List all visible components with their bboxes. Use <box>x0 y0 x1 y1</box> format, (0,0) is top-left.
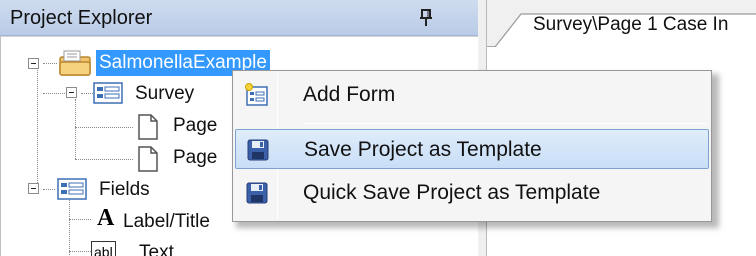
save-icon <box>246 182 268 204</box>
project-folder-icon <box>59 50 91 76</box>
label-title-icon: A <box>97 205 115 231</box>
page-icon <box>138 114 158 140</box>
tree-item-page-2[interactable]: Page <box>173 147 217 169</box>
menu-item-label: Save Project as Template <box>304 138 542 161</box>
tree-item-label-title[interactable]: Label/Title <box>123 211 210 233</box>
project-expander[interactable] <box>28 58 39 69</box>
pin-icon[interactable] <box>416 8 436 28</box>
project-explorer-header: Project Explorer <box>0 0 478 36</box>
context-menu: Add Form Save Project as Template Quick … <box>232 70 712 222</box>
tree-connector <box>43 63 57 64</box>
tree-connector <box>69 195 70 256</box>
fields-expander[interactable] <box>28 183 39 194</box>
text-field-icon: abl <box>91 241 116 256</box>
tree-connector <box>75 159 133 160</box>
tree-connector <box>69 251 91 252</box>
tree-connector <box>81 93 93 94</box>
add-form-icon <box>245 83 268 106</box>
document-tab-label[interactable]: Survey\Page 1 Case In <box>533 14 728 36</box>
page-icon <box>138 146 158 172</box>
tree-connector <box>37 65 38 187</box>
tree-item-text[interactable]: Text <box>139 242 174 256</box>
tree-item-fields[interactable]: Fields <box>99 179 150 201</box>
tree-item-survey[interactable]: Survey <box>135 83 194 105</box>
tree-connector <box>43 189 55 190</box>
tree-connector <box>43 93 65 94</box>
tree-connector <box>75 127 133 128</box>
menu-item-quick-save-project-as-template[interactable]: Quick Save Project as Template <box>235 173 709 213</box>
survey-expander[interactable] <box>66 87 77 98</box>
menu-separator <box>303 123 707 124</box>
tree-item-page-1[interactable]: Page <box>173 115 217 137</box>
menu-item-label: Add Form <box>303 83 396 106</box>
form-icon <box>57 178 87 200</box>
tree-connector <box>75 99 76 159</box>
menu-item-add-form[interactable]: Add Form <box>235 75 709 115</box>
menu-item-save-project-as-template[interactable]: Save Project as Template <box>235 129 709 169</box>
form-icon <box>93 82 123 104</box>
save-icon <box>247 139 269 161</box>
tree-connector <box>69 219 91 220</box>
menu-item-label: Quick Save Project as Template <box>303 181 601 204</box>
panel-title: Project Explorer <box>10 7 153 29</box>
app-window: Project Explorer SalmonellaExample Surve… <box>0 0 756 256</box>
